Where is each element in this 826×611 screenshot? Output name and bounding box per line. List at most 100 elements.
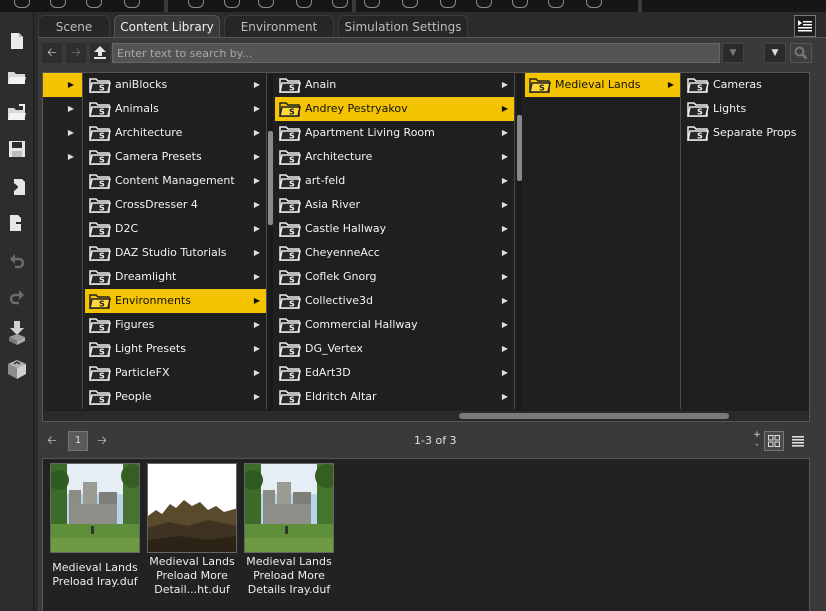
folder-row[interactable]: S DAZ Studio Tutorials ▶ [85,241,266,265]
arrow-left-icon: 🡠 [47,44,57,59]
scrollbar-thumb[interactable] [459,413,729,419]
folder-row[interactable]: S CheyenneAcc ▶ [275,241,514,265]
folder-row[interactable]: S Separate Props [683,121,809,145]
folder-row[interactable]: Sart-feld ▶ [275,169,514,193]
folder-row[interactable]: S Medieval Lands ▶ [525,73,680,97]
folder-row[interactable]: S Animals ▶ [85,97,266,121]
root-row[interactable]: ▶ [43,73,82,97]
merge-folder-icon[interactable] [6,102,28,124]
browser-horizontal-scrollbar[interactable] [43,411,809,421]
folder-row[interactable]: S Light Presets ▶ [85,337,266,361]
tool-icon[interactable] [402,0,418,8]
folder-icon: S [279,78,301,93]
folder-row[interactable]: S Environments ▶ [85,289,266,313]
page-number[interactable]: 1 [68,431,88,451]
folder-icon: S [89,174,111,189]
folder-icon: S [89,366,111,381]
folder-row[interactable]: S Architecture ▶ [85,121,266,145]
root-row[interactable]: ▶ [43,145,82,169]
tool-icon[interactable] [332,0,348,8]
folder-row[interactable]: S Eldritch Altar ▶ [275,385,514,409]
folder-row[interactable]: S Anain ▶ [275,73,514,97]
svg-text:S: S [289,108,295,117]
column-1-scrollbar[interactable] [268,75,273,411]
result-tile[interactable]: Medieval Lands Preload More Detail...ht.du… [146,463,238,597]
folder-row[interactable]: S People ▶ [85,385,266,409]
folder-row[interactable]: S Commercial Hallway ▶ [275,313,514,337]
folder-row[interactable]: S EdArt3D ▶ [275,361,514,385]
folder-row[interactable]: S Andrey Pestryakov ▶ [275,97,514,121]
root-row[interactable]: ▶ [43,121,82,145]
column-2-scrollbar[interactable] [517,75,522,411]
results-grid: Medieval Lands Preload Iray.duf Medieval … [42,458,810,611]
tab-scene[interactable]: Scene [38,15,110,37]
folder-icon: S [89,294,111,309]
zoom-out-button[interactable]: - [752,441,762,450]
search-row: 🡠 🡢 ▼ ▼ [38,41,826,65]
tool-icon[interactable] [440,0,456,8]
tab-simulation-settings[interactable]: Simulation Settings [338,15,468,37]
folder-row[interactable]: SaniBlocks ▶ [85,73,266,97]
expand-arrow-icon: ▶ [253,128,260,137]
undo-icon[interactable] [6,250,28,272]
tool-icon[interactable] [364,0,380,8]
expand-arrow-icon: ▶ [501,392,508,401]
scrollbar-thumb[interactable] [517,115,522,181]
tab-content-library[interactable]: Content Library [114,15,220,37]
folder-row[interactable]: S Collective3d ▶ [275,289,514,313]
folder-row[interactable]: S Camera Presets ▶ [85,145,266,169]
folder-row[interactable]: S Cameras [683,73,809,97]
tool-icon[interactable] [224,0,240,8]
save-icon[interactable] [6,138,28,160]
folder-row[interactable]: S Figures ▶ [85,313,266,337]
folder-row[interactable]: S Architecture ▶ [275,145,514,169]
folder-row[interactable]: S Coflek Gnorg ▶ [275,265,514,289]
folder-row[interactable]: S Castle Hallway ▶ [275,217,514,241]
tab-environment[interactable]: Environment [224,15,334,37]
folder-row[interactable]: S DG_Vertex ▶ [275,337,514,361]
redo-icon[interactable] [6,286,28,308]
search-button[interactable] [790,43,812,63]
result-tile[interactable]: Medieval Lands Preload More Details Iray.d… [243,463,335,597]
forward-button[interactable]: 🡢 [66,43,86,63]
folder-row[interactable]: S Content Management ▶ [85,169,266,193]
folder-row[interactable]: S Lights [683,97,809,121]
tool-icon[interactable] [512,0,528,8]
download-content-icon[interactable] [6,321,28,345]
open-folder-icon[interactable] [6,66,28,88]
list-view-button[interactable] [788,431,808,451]
export-icon[interactable] [6,212,28,234]
folder-row[interactable]: S Dreamlight ▶ [85,265,266,289]
next-page-button[interactable]: 🡢 [92,431,112,451]
result-tile[interactable]: Medieval Lands Preload Iray.duf [49,463,141,589]
search-history-dropdown[interactable]: ▼ [722,43,744,63]
folder-row[interactable]: S ParticleFX ▶ [85,361,266,385]
pane-menu-button[interactable] [794,15,816,37]
icon-view-button[interactable] [764,431,784,451]
tool-icon[interactable] [548,0,564,8]
tool-icon[interactable] [124,0,140,8]
tool-icon[interactable] [296,0,312,8]
tool-icon[interactable] [586,0,602,8]
new-file-icon[interactable] [6,30,28,52]
up-button[interactable] [90,43,110,63]
folder-row[interactable]: S Asia River ▶ [275,193,514,217]
prev-page-button[interactable]: 🡠 [42,431,62,451]
tool-icon[interactable] [86,0,102,8]
back-button[interactable]: 🡠 [42,43,62,63]
folder-row[interactable]: S Apartment Living Room ▶ [275,121,514,145]
tool-icon[interactable] [50,0,66,8]
search-options-dropdown[interactable]: ▼ [764,43,786,63]
install-package-icon[interactable] [6,358,28,380]
tool-icon[interactable] [14,0,30,8]
tool-icon[interactable] [188,0,204,8]
scrollbar-thumb[interactable] [268,131,273,225]
folder-row[interactable]: S CrossDresser 4 ▶ [85,193,266,217]
tool-icon[interactable] [476,0,492,8]
folder-row[interactable]: S D2C ▶ [85,217,266,241]
tool-icon[interactable] [258,0,274,8]
zoom-in-button[interactable]: + [752,431,762,440]
search-input[interactable] [112,43,720,63]
root-row[interactable]: ▶ [43,97,82,121]
import-icon[interactable] [6,176,28,198]
